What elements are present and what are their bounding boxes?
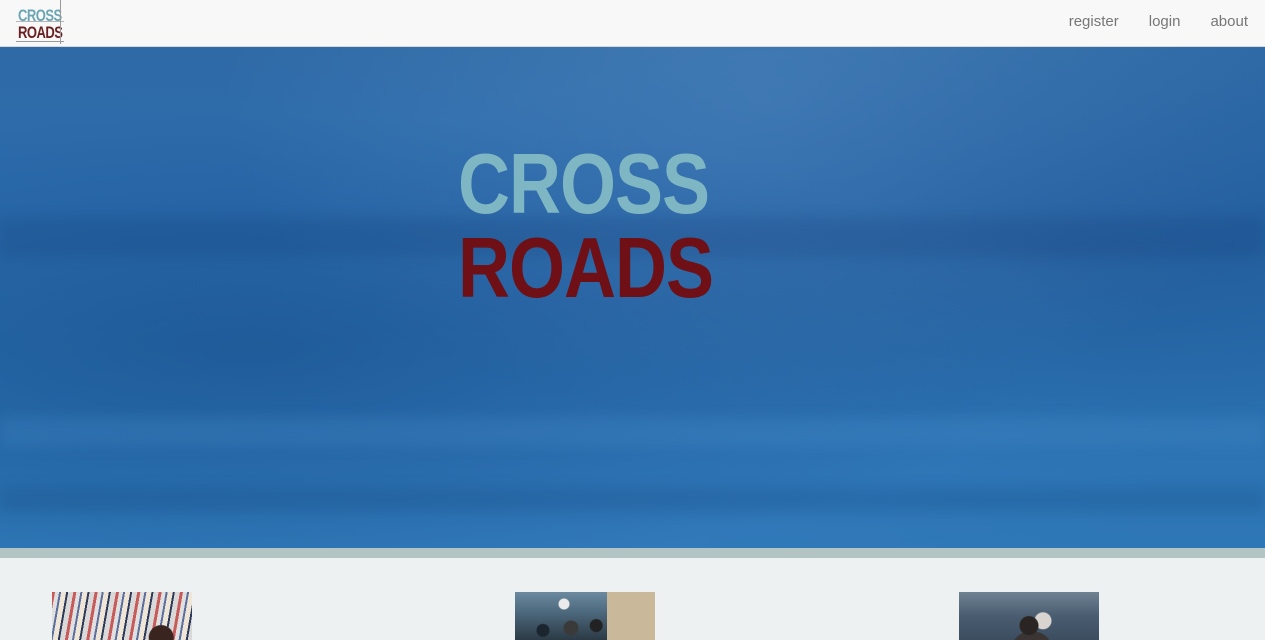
article-thumbnail-2[interactable] xyxy=(515,592,655,640)
logo-text-cross: CROSS xyxy=(18,5,62,25)
hero-title-roads: ROADS xyxy=(458,221,714,316)
article-thumbnail-3[interactable] xyxy=(959,592,1099,640)
hero-title-cross: CROSS xyxy=(458,137,710,232)
brand-logo-link[interactable]: CROSS ROADS xyxy=(16,0,66,45)
register-link[interactable]: register xyxy=(1069,13,1119,31)
hero-logo: CROSS ROADS xyxy=(458,142,748,312)
about-link[interactable]: about xyxy=(1210,13,1248,31)
article-grid xyxy=(0,558,1265,640)
logo-horizontal-line xyxy=(16,41,64,42)
hero-banner: CROSS ROADS xyxy=(0,47,1265,548)
hero-texture xyxy=(0,417,1265,447)
login-link[interactable]: login xyxy=(1149,13,1181,31)
nav-links: register login about xyxy=(1069,13,1248,31)
hero-texture xyxy=(0,487,1265,512)
article-thumbnail-1[interactable] xyxy=(52,592,192,640)
logo-text-roads: ROADS xyxy=(18,22,63,42)
top-navbar: CROSS ROADS register login about xyxy=(0,0,1265,47)
section-divider xyxy=(0,548,1265,558)
logo-vertical-line xyxy=(60,0,61,44)
